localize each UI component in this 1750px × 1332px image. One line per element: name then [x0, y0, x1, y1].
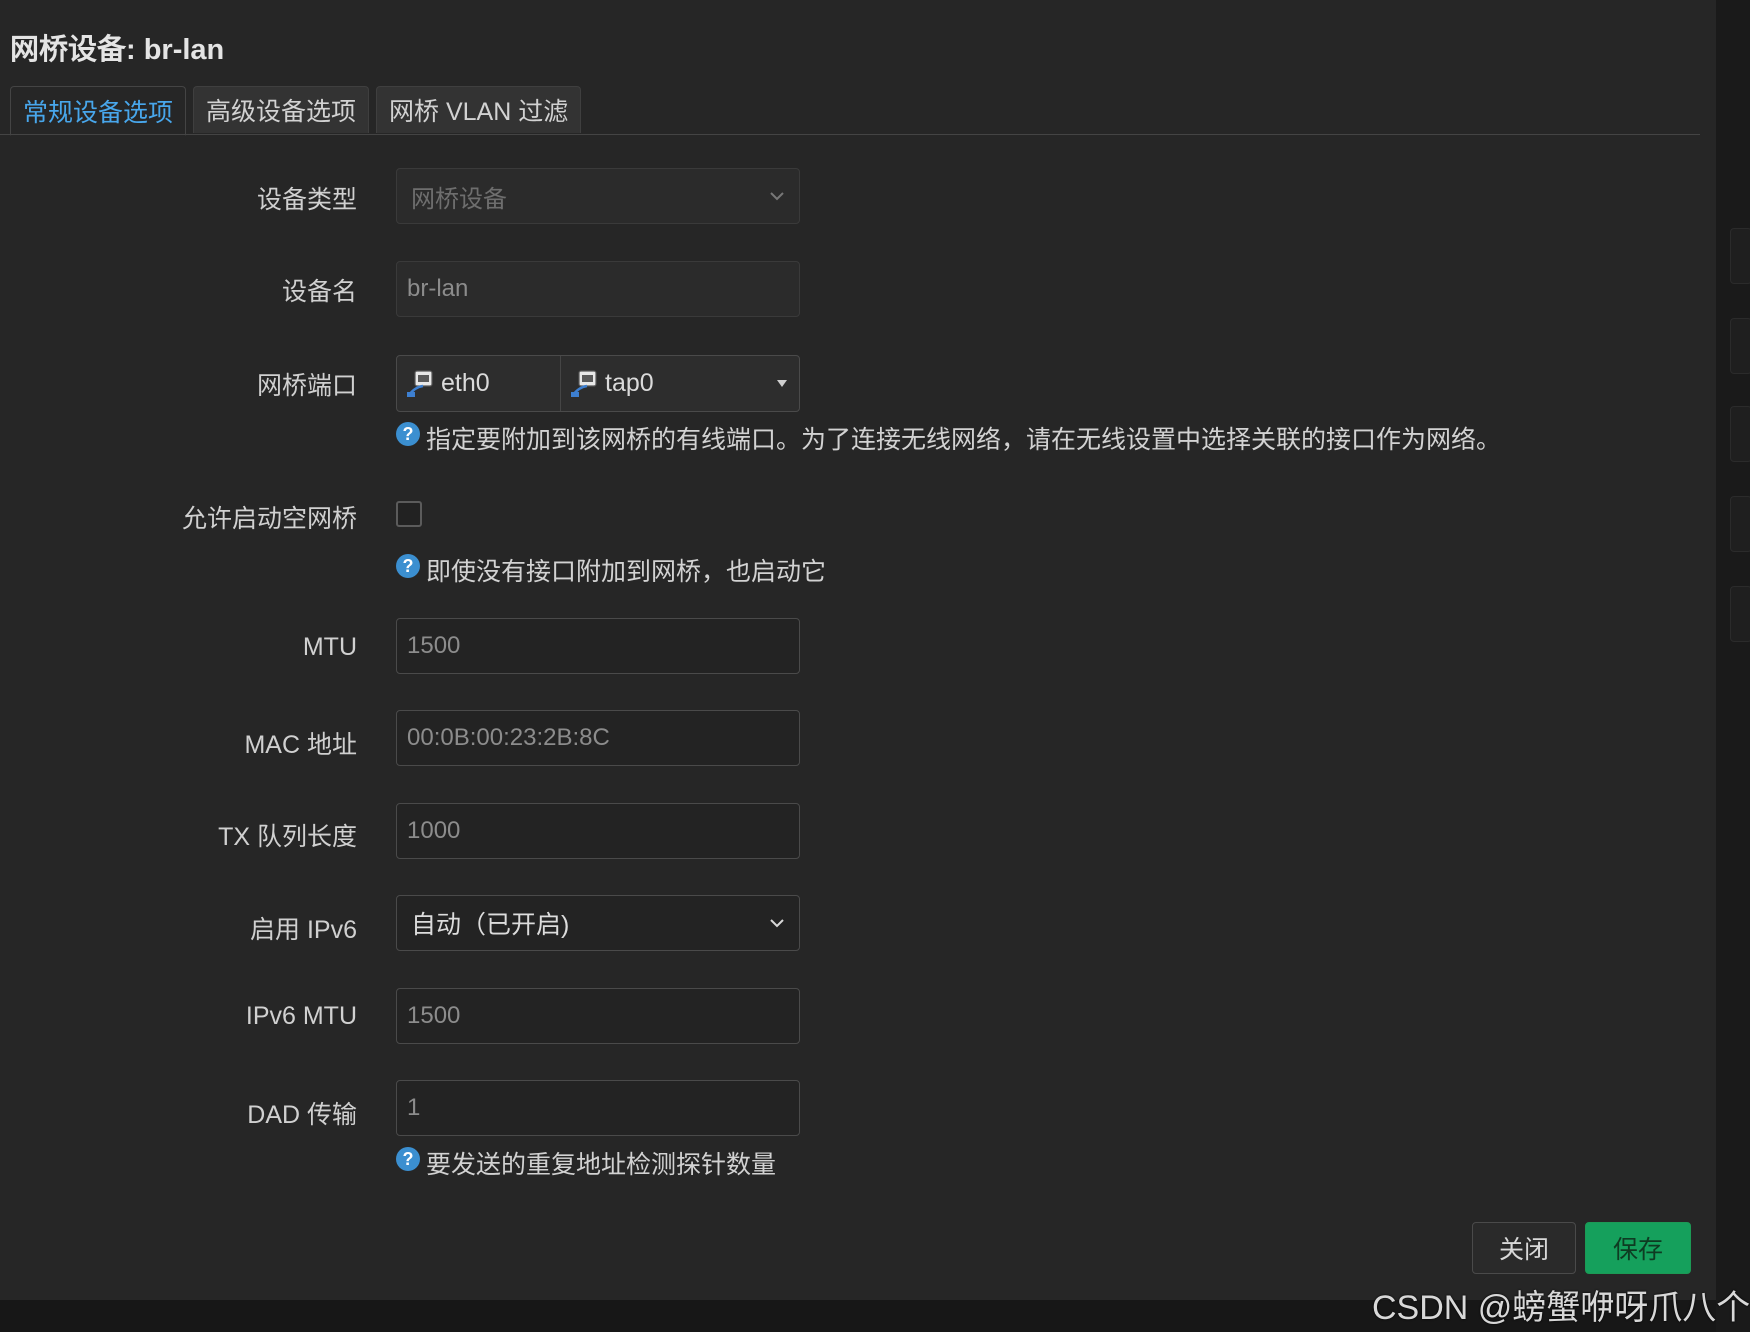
dad-help: ? 要发送的重复地址检测探针数量	[396, 1145, 776, 1181]
background-field	[1730, 228, 1750, 284]
ipv6-mtu-label: IPv6 MTU	[245, 1002, 357, 1030]
device-name-field	[396, 261, 800, 317]
background-field	[1730, 318, 1750, 374]
ipv6-mtu-field[interactable]	[396, 988, 800, 1044]
mtu-field[interactable]	[396, 618, 800, 674]
caret-down-icon[interactable]	[777, 380, 787, 387]
mac-input[interactable]	[407, 724, 789, 752]
bring-up-empty-label: 允许启动空网桥	[181, 505, 357, 533]
bring-up-empty-help: ? 即使没有接口附加到网桥，也启动它	[396, 552, 826, 588]
device-name-label: 设备名	[281, 278, 357, 306]
help-icon: ?	[396, 1147, 420, 1171]
chevron-down-icon	[770, 919, 784, 928]
bridge-device-dialog: 网桥设备: br-lan 常规设备选项 高级设备选项 网桥 VLAN 过滤 设备…	[0, 0, 1716, 1300]
device-type-label: 设备类型	[256, 186, 357, 214]
background-page-edge	[1716, 0, 1750, 1332]
save-button[interactable]: 保存	[1585, 1222, 1691, 1274]
txqueuelen-input[interactable]	[407, 817, 789, 845]
port-item-tap0: tap0	[561, 356, 662, 411]
mtu-label: MTU	[302, 633, 357, 661]
device-type-select[interactable]: 网桥设备	[396, 168, 800, 224]
ipv6-select[interactable]: 自动（已开启)	[396, 895, 800, 951]
tab-advanced-options[interactable]: 高级设备选项	[193, 86, 370, 133]
dad-label: DAD 传输	[247, 1101, 357, 1129]
mac-field[interactable]	[396, 710, 800, 766]
txqueuelen-field[interactable]	[396, 803, 800, 859]
tab-bar: 常规设备选项 高级设备选项 网桥 VLAN 过滤	[10, 86, 582, 136]
txqueuelen-label: TX 队列长度	[218, 823, 357, 851]
help-icon: ?	[396, 422, 420, 446]
mac-label: MAC 地址	[244, 731, 357, 759]
port-label-eth0: eth0	[441, 369, 490, 397]
mtu-input[interactable]	[407, 632, 789, 660]
ethernet-port-icon	[571, 369, 597, 397]
ipv6-label: 启用 IPv6	[250, 916, 357, 944]
device-name-input	[407, 275, 789, 303]
tab-bridge-vlan-filtering[interactable]: 网桥 VLAN 过滤	[376, 86, 582, 133]
ipv6-mtu-input[interactable]	[407, 1002, 789, 1030]
bridge-ports-select[interactable]: eth0 tap0	[396, 355, 800, 412]
bridge-ports-help-text: 指定要附加到该网桥的有线端口。为了连接无线网络，请在无线设置中选择关联的接口作为…	[426, 426, 1502, 454]
chevron-down-icon	[770, 192, 784, 201]
bring-up-empty-help-text: 即使没有接口附加到网桥，也启动它	[426, 558, 827, 586]
port-item-eth0: eth0	[397, 356, 561, 411]
dialog-title: 网桥设备: br-lan	[10, 34, 225, 66]
close-button[interactable]: 关闭	[1472, 1222, 1576, 1274]
port-label-tap0: tap0	[605, 369, 654, 397]
ethernet-port-icon	[407, 369, 433, 397]
watermark: CSDN @螃蟹咿呀爪八个	[1372, 1289, 1750, 1327]
dad-field[interactable]	[396, 1080, 800, 1136]
ipv6-value: 自动（已开启)	[411, 911, 570, 939]
background-field	[1730, 586, 1750, 642]
background-field	[1730, 406, 1750, 462]
help-icon: ?	[396, 554, 420, 578]
tab-divider	[0, 134, 1700, 135]
dad-help-text: 要发送的重复地址检测探针数量	[426, 1151, 777, 1179]
device-type-value: 网桥设备	[411, 185, 507, 213]
bridge-ports-label: 网桥端口	[256, 372, 357, 400]
bridge-ports-help: ? 指定要附加到该网桥的有线端口。为了连接无线网络，请在无线设置中选择关联的接口…	[396, 420, 1501, 456]
bring-up-empty-checkbox[interactable]	[396, 501, 422, 527]
dad-input[interactable]	[407, 1094, 789, 1122]
background-field	[1730, 496, 1750, 552]
tab-general-options[interactable]: 常规设备选项	[10, 86, 187, 136]
